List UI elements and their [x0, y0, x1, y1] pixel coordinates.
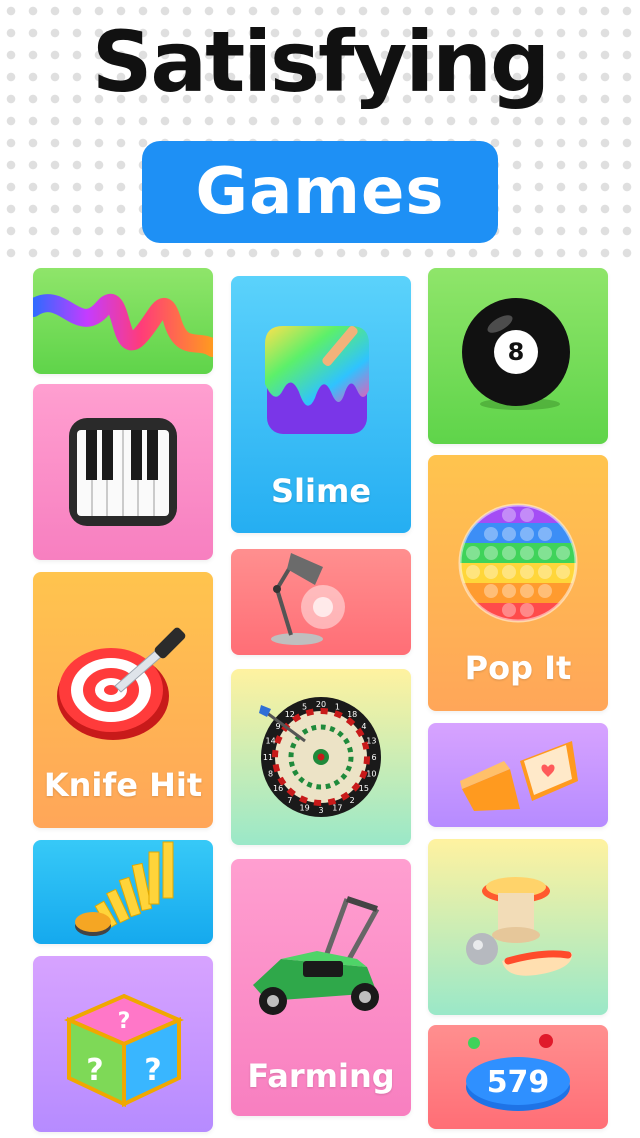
farming-label: Farming — [247, 1057, 395, 1095]
piano-icon — [69, 418, 177, 526]
pop-bubble — [538, 584, 552, 598]
dartboard-icon: 20 11841361015217319716811149125 — [259, 697, 381, 817]
domino-icon — [75, 841, 174, 936]
pop-bubble — [520, 508, 534, 522]
svg-text:?: ? — [144, 1053, 161, 1088]
pop-it-icon — [458, 503, 578, 623]
dartboard-number: 5 — [302, 703, 307, 712]
pop-bubble — [520, 565, 534, 579]
mystery-cube-icon: ? ? ? — [63, 993, 185, 1108]
pop-it-label: Pop It — [464, 649, 572, 687]
dartboard-number: 19 — [300, 803, 310, 812]
knife-hit-label: Knife Hit — [43, 766, 203, 804]
pop-bubble — [538, 546, 552, 560]
slime-icon — [265, 326, 369, 434]
dartboard-number: 18 — [347, 710, 357, 719]
eight-ball-number: 8 — [508, 338, 525, 366]
eight-ball-icon: 8 — [462, 298, 570, 410]
tile-lamp[interactable] — [231, 549, 411, 655]
pop-bubble — [556, 565, 570, 579]
dartboard-number: 17 — [332, 803, 342, 812]
pop-bubble — [502, 565, 516, 579]
tile-mystery-box[interactable]: ? ? ? — [33, 956, 213, 1132]
page-title: Satisfying — [91, 13, 550, 111]
pop-bubble — [520, 546, 534, 560]
number-ball-value: 579 — [487, 1065, 550, 1100]
pop-bubble — [502, 527, 516, 541]
dartboard-number: 3 — [318, 806, 323, 815]
tile-piano[interactable] — [33, 384, 213, 560]
pop-bubble — [484, 584, 498, 598]
pop-bubble — [538, 527, 552, 541]
pop-bubble — [520, 527, 534, 541]
dartboard-number: 11 — [263, 753, 273, 762]
tile-ribbon[interactable] — [33, 268, 213, 374]
games-badge: Games — [142, 141, 498, 243]
desk-lamp-icon — [271, 553, 345, 645]
pinball-icon — [466, 877, 573, 976]
dartboard-number: 14 — [266, 737, 276, 746]
pop-bubble — [466, 565, 480, 579]
number-ball-icon: 579 — [466, 1034, 570, 1111]
pop-bubble — [484, 527, 498, 541]
tile-pinball[interactable] — [428, 839, 608, 1015]
tile-cake[interactable] — [428, 723, 608, 827]
cake-slice-icon — [460, 741, 578, 811]
pop-bubble — [484, 565, 498, 579]
pop-bubble — [520, 584, 534, 598]
tile-slime[interactable]: Slime — [231, 276, 411, 533]
dartboard-number: 2 — [350, 796, 355, 805]
pop-bubble — [556, 546, 570, 560]
dartboard-number: 8 — [268, 769, 273, 778]
pop-bubble — [502, 508, 516, 522]
dartboard-number: 16 — [273, 784, 283, 793]
pop-bubble — [466, 546, 480, 560]
dartboard-number: 20 — [316, 700, 326, 709]
dartboard-number: 13 — [366, 737, 376, 746]
dartboard-number: 6 — [371, 753, 376, 762]
svg-text:?: ? — [118, 1009, 131, 1034]
pop-bubble — [502, 584, 516, 598]
pop-bubble — [484, 546, 498, 560]
pop-bubble — [520, 603, 534, 617]
pop-bubble — [502, 603, 516, 617]
knife-target-icon — [57, 627, 186, 740]
svg-text:?: ? — [86, 1053, 103, 1088]
lawn-mower-icon — [253, 896, 380, 1015]
dartboard-number: 10 — [366, 769, 376, 778]
dartboard-number: 1 — [335, 703, 340, 712]
ribbon-icon — [33, 293, 213, 357]
tile-farming[interactable]: Farming — [231, 859, 411, 1116]
tile-eight-ball[interactable]: 8 — [428, 268, 608, 444]
tile-darts[interactable]: 20 1 18 4 13 6 10 15 2 17 3 19 7 16 8 11 14 9 12 5 — [231, 669, 411, 845]
dartboard-number: 15 — [359, 784, 369, 793]
slime-label: Slime — [270, 472, 372, 510]
tile-knife-hit[interactable]: Knife Hit — [33, 572, 213, 828]
games-badge-label: Games — [195, 155, 445, 229]
pop-bubble — [502, 546, 516, 560]
pop-bubble — [538, 565, 552, 579]
tile-number-ball[interactable]: 579 — [428, 1025, 608, 1129]
tile-pop-it[interactable]: Pop It — [428, 455, 608, 711]
tile-domino[interactable] — [33, 840, 213, 944]
dartboard-number: 12 — [285, 710, 295, 719]
dartboard-number: 7 — [287, 796, 292, 805]
dartboard-number: 4 — [361, 722, 366, 731]
